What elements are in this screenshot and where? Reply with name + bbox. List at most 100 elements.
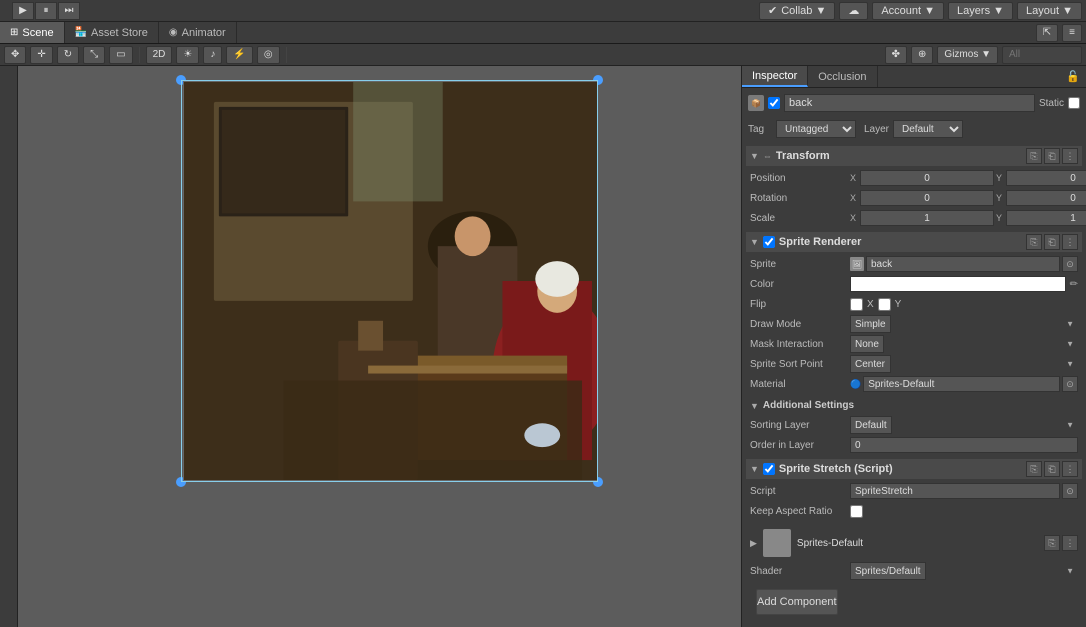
inspector-tab-label: Inspector: [752, 70, 797, 82]
scene-panel[interactable]: [18, 66, 741, 627]
layers-button[interactable]: Layers ▼: [948, 2, 1013, 20]
mask-interaction-select[interactable]: None: [850, 335, 884, 353]
static-checkbox[interactable]: [1068, 97, 1080, 109]
sprite-picker-btn[interactable]: ⊙: [1062, 256, 1078, 272]
overlay-toggle[interactable]: ◎: [257, 46, 280, 64]
sprite-value-input[interactable]: [866, 256, 1060, 272]
sprite-label: Sprite: [750, 259, 850, 270]
account-button[interactable]: Account ▼: [872, 2, 944, 20]
tag-dropdown[interactable]: Untagged: [776, 120, 856, 138]
animator-label: Animator: [182, 27, 226, 39]
sprite-renderer-active-checkbox[interactable]: [763, 236, 775, 248]
color-edit-btn[interactable]: ✏: [1070, 279, 1078, 290]
asset-store-label: Asset Store: [91, 27, 148, 39]
material-copy-btn[interactable]: ⎘: [1044, 535, 1060, 551]
keep-aspect-label: Keep Aspect Ratio: [750, 506, 850, 517]
flip-y-checkbox[interactable]: [878, 298, 891, 311]
scene-tab-icon: ⊞: [10, 27, 18, 38]
transform-paste-btn[interactable]: ⎗: [1044, 148, 1060, 164]
maximize-scene-btn[interactable]: ⇱: [1036, 24, 1058, 42]
transform-icon: ⇔: [763, 151, 772, 161]
pivot-btn[interactable]: ⊕: [911, 46, 933, 64]
transform-section-header[interactable]: ▼ ⇔ Transform ⎘ ⎗ ⋮: [746, 146, 1082, 166]
material-section-icons: ⎘ ⋮: [1044, 535, 1078, 551]
transform-tool[interactable]: ✤: [885, 46, 907, 64]
sorting-layer-label: Sorting Layer: [750, 420, 850, 431]
sprite-stretch-active-checkbox[interactable]: [763, 463, 775, 475]
gizmos-btn[interactable]: Gizmos ▼: [937, 46, 998, 64]
rot-y-label: Y: [996, 193, 1006, 203]
pos-x-label: X: [850, 173, 860, 183]
pause-button[interactable]: ⏸: [35, 2, 57, 20]
more-options-btn[interactable]: ≡: [1062, 24, 1082, 42]
material-section-name: Sprites-Default: [797, 538, 1038, 549]
rotate-tool[interactable]: ↻: [57, 46, 79, 64]
order-in-layer-input[interactable]: [850, 437, 1078, 453]
layer-label: Layer: [864, 124, 889, 135]
transform-copy-btn[interactable]: ⎘: [1026, 148, 1042, 164]
scale-tool[interactable]: ⤡: [83, 46, 105, 64]
2d-toggle[interactable]: 2D: [146, 46, 173, 64]
sprite-renderer-menu-btn[interactable]: ⋮: [1062, 234, 1078, 250]
additional-settings-header[interactable]: ▼ Additional Settings: [746, 398, 1082, 413]
material-picker-btn[interactable]: ⊙: [1062, 376, 1078, 392]
pos-y-input[interactable]: [1006, 170, 1086, 186]
sprite-stretch-menu-btn[interactable]: ⋮: [1062, 461, 1078, 477]
sprite-sort-point-select[interactable]: Center: [850, 355, 891, 373]
audio-toggle[interactable]: ♪: [203, 46, 222, 64]
painting-canvas: [184, 82, 597, 480]
scale-x-field: X: [850, 210, 994, 226]
sprite-stretch-copy-btn[interactable]: ⎘: [1026, 461, 1042, 477]
tab-inspector[interactable]: Inspector: [742, 66, 808, 87]
script-value-input[interactable]: [850, 483, 1060, 499]
layer-dropdown[interactable]: Default: [893, 120, 963, 138]
lock-inspector-btn[interactable]: 🔓: [1060, 66, 1086, 87]
tab-scene[interactable]: ⊞ Scene: [0, 22, 65, 43]
additional-settings-title: Additional Settings: [763, 400, 854, 411]
add-component-label: Add Component: [757, 596, 837, 608]
move-tool[interactable]: ✛: [30, 46, 52, 64]
transform-menu-btn[interactable]: ⋮: [1062, 148, 1078, 164]
layout-button[interactable]: Layout ▼: [1017, 2, 1082, 20]
shader-select[interactable]: Sprites/Default: [850, 562, 926, 580]
script-picker-btn[interactable]: ⊙: [1062, 483, 1078, 499]
cloud-button[interactable]: ☁: [839, 2, 868, 20]
rot-y-input[interactable]: [1006, 190, 1086, 206]
sprite-stretch-fold-arrow: ▼: [750, 464, 759, 474]
light-toggle[interactable]: ☀: [176, 46, 199, 64]
pos-x-field: X: [850, 170, 994, 186]
object-active-checkbox[interactable]: [768, 97, 780, 109]
tab-asset-store[interactable]: 🏪 Asset Store: [65, 22, 159, 43]
sprite-stretch-paste-btn[interactable]: ⎗: [1044, 461, 1060, 477]
sprite-renderer-copy-btn[interactable]: ⎘: [1026, 234, 1042, 250]
sprite-renderer-paste-btn[interactable]: ⎗: [1044, 234, 1060, 250]
hand-tool[interactable]: ✥: [4, 46, 26, 64]
toolbar2: ✥ ✛ ↻ ⤡ ▭ 2D ☀ ♪ ⚡ ◎ ✤ ⊕ Gizmos ▼: [0, 44, 1086, 66]
asset-store-icon: 🏪: [75, 27, 87, 38]
scale-x-input[interactable]: [860, 210, 994, 226]
sprite-stretch-section-header[interactable]: ▼ Sprite Stretch (Script) ⎘ ⎗ ⋮: [746, 459, 1082, 479]
collab-button[interactable]: ✔ Collab ▼: [759, 2, 835, 20]
fx-toggle[interactable]: ⚡: [226, 46, 252, 64]
sprite-renderer-section-header[interactable]: ▼ Sprite Renderer ⎘ ⎗ ⋮: [746, 232, 1082, 252]
tab-occlusion[interactable]: Occlusion: [808, 66, 877, 87]
material-value-input[interactable]: [863, 376, 1060, 392]
order-in-layer-row: Order in Layer: [746, 435, 1082, 455]
color-picker[interactable]: [850, 276, 1066, 292]
material-menu-btn[interactable]: ⋮: [1062, 535, 1078, 551]
sorting-layer-select[interactable]: Default: [850, 416, 892, 434]
rect-tool[interactable]: ▭: [109, 46, 132, 64]
tab-animator[interactable]: ◉ Animator: [159, 22, 237, 43]
animator-icon: ◉: [169, 27, 178, 38]
object-name-input[interactable]: [784, 94, 1035, 112]
draw-mode-select[interactable]: Simple: [850, 315, 891, 333]
scale-y-input[interactable]: [1006, 210, 1086, 226]
step-button[interactable]: ⏭: [58, 2, 80, 20]
add-component-button[interactable]: Add Component: [756, 589, 838, 615]
scene-search[interactable]: [1002, 46, 1082, 64]
play-button[interactable]: ▶: [12, 2, 34, 20]
keep-aspect-checkbox[interactable]: [850, 505, 863, 518]
flip-x-checkbox[interactable]: [850, 298, 863, 311]
rot-x-input[interactable]: [860, 190, 994, 206]
pos-x-input[interactable]: [860, 170, 994, 186]
